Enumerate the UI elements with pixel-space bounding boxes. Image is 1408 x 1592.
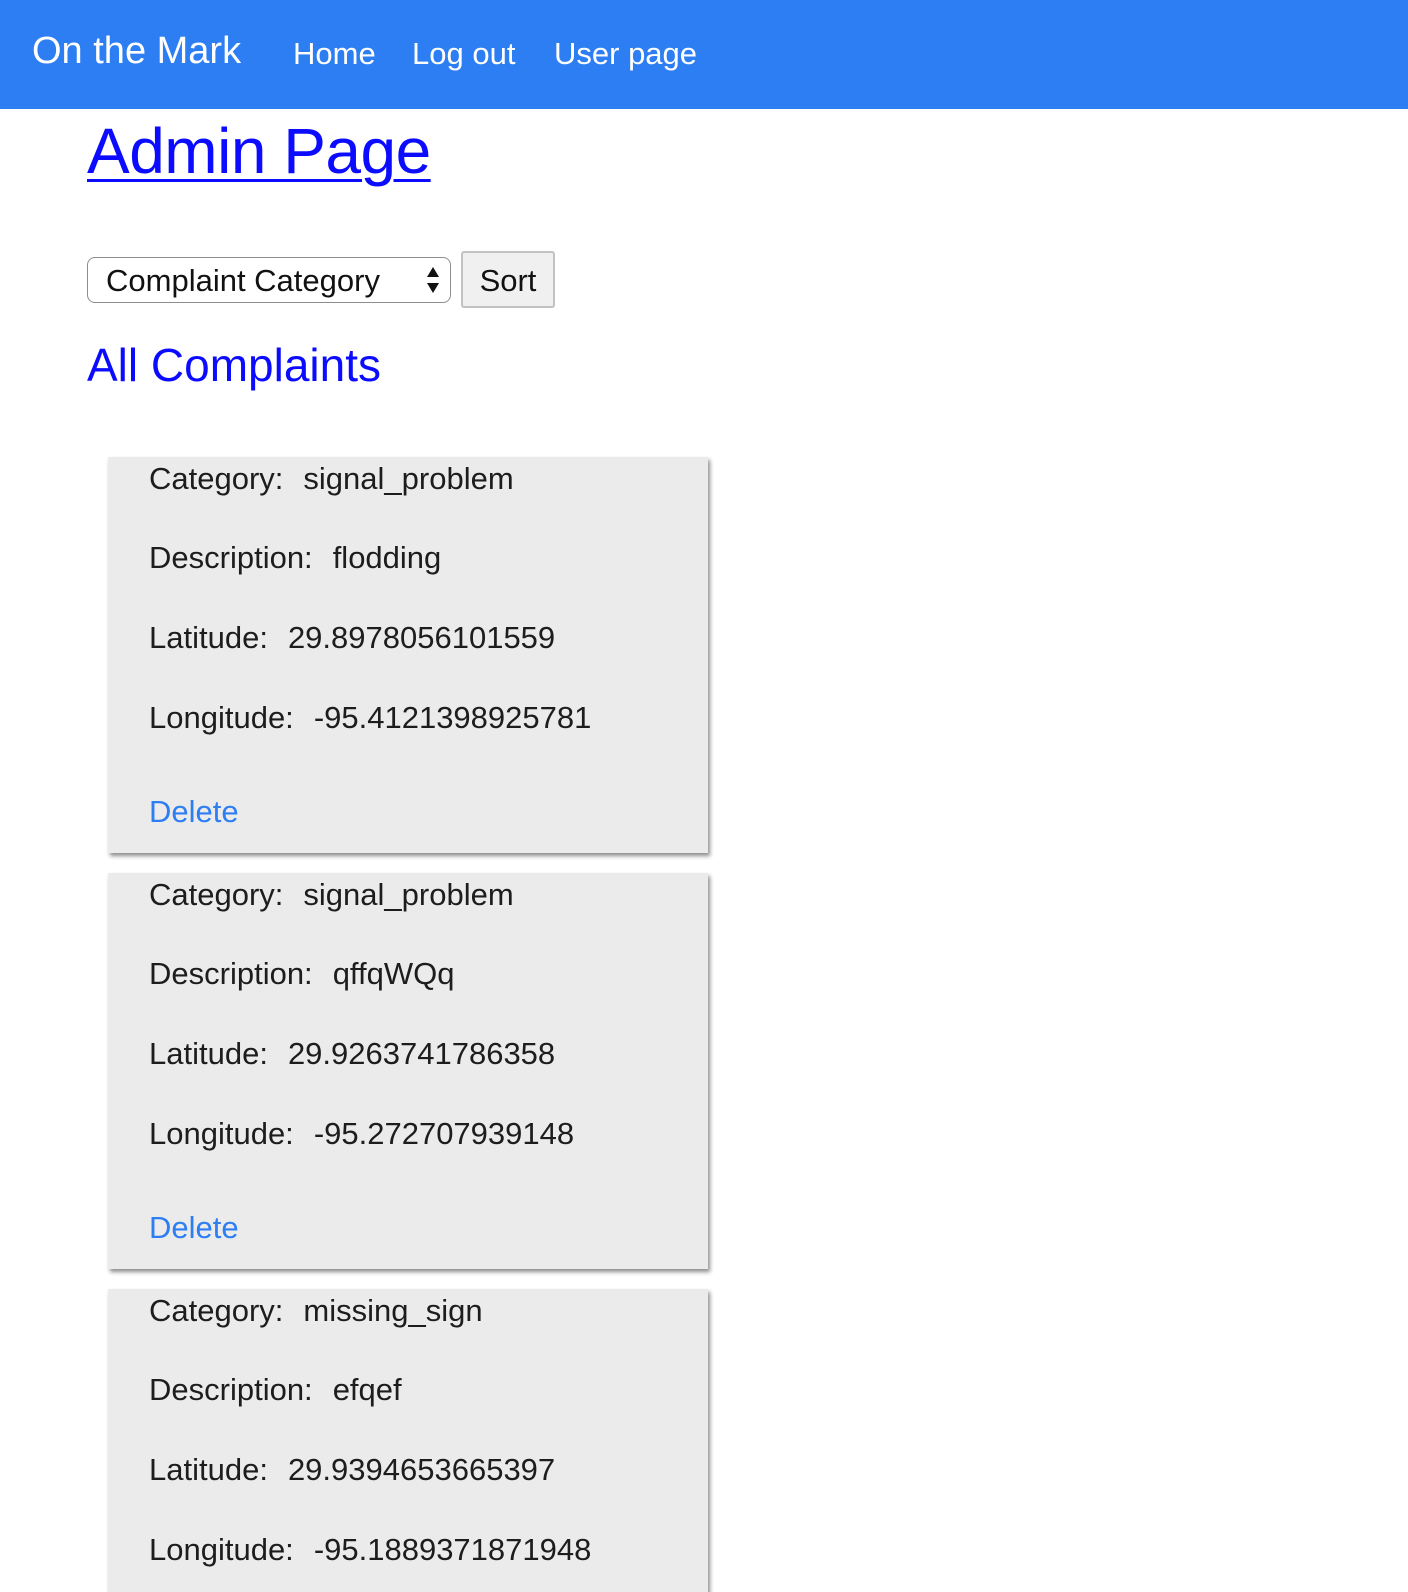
category-value: signal_problem (303, 461, 514, 496)
description-value: qffqWQq (332, 956, 455, 991)
latitude-value: 29.9263741786358 (287, 1036, 556, 1071)
page-title[interactable]: Admin Page (87, 114, 431, 188)
latitude-value: 29.8978056101559 (287, 620, 556, 655)
nav-link-user-page[interactable]: User page (554, 36, 697, 72)
longitude-field: Longitude: -95.272707939148 (149, 1116, 574, 1152)
category-label: Category: (149, 1293, 284, 1328)
category-field: Category: signal_problem (149, 877, 514, 913)
nav-link-log-out[interactable]: Log out (412, 36, 515, 72)
description-value: efqef (332, 1372, 402, 1407)
section-title: All Complaints (87, 339, 381, 391)
complaint-card: Category: signal_problem Description: flod… (108, 457, 708, 853)
description-field: Description: flodding (149, 540, 441, 576)
longitude-value: -95.272707939148 (313, 1116, 575, 1151)
latitude-label: Latitude: (149, 1036, 268, 1071)
delete-link[interactable]: Delete (149, 794, 239, 830)
latitude-field: Latitude: 29.9263741786358 (149, 1036, 555, 1072)
select-arrows-icon (427, 267, 439, 293)
latitude-value: 29.9394653665397 (287, 1452, 556, 1487)
nav-link-home[interactable]: Home (293, 36, 376, 72)
description-value: flodding (332, 540, 442, 575)
longitude-field: Longitude: -95.1889371871948 (149, 1532, 591, 1568)
description-label: Description: (149, 1372, 313, 1407)
description-label: Description: (149, 540, 313, 575)
latitude-field: Latitude: 29.9394653665397 (149, 1452, 555, 1488)
category-field: Category: signal_problem (149, 461, 514, 497)
category-value: signal_problem (303, 877, 514, 912)
description-label: Description: (149, 956, 313, 991)
longitude-field: Longitude: -95.4121398925781 (149, 700, 591, 736)
sort-select-value: Complaint Category (106, 263, 380, 298)
longitude-label: Longitude: (149, 700, 294, 735)
sort-button[interactable]: Sort (461, 251, 555, 308)
complaint-card: Category: missing_sign Description: efqef … (108, 1289, 708, 1592)
longitude-value: -95.4121398925781 (313, 700, 592, 735)
category-value: missing_sign (303, 1293, 483, 1328)
category-field: Category: missing_sign (149, 1293, 483, 1329)
description-field: Description: efqef (149, 1372, 402, 1408)
longitude-label: Longitude: (149, 1532, 294, 1567)
delete-link[interactable]: Delete (149, 1210, 239, 1246)
navbar: On the Mark Home Log out User page (0, 0, 1408, 109)
latitude-label: Latitude: (149, 1452, 268, 1487)
longitude-value: -95.1889371871948 (313, 1532, 592, 1567)
category-label: Category: (149, 877, 284, 912)
latitude-label: Latitude: (149, 620, 268, 655)
description-field: Description: qffqWQq (149, 956, 454, 992)
longitude-label: Longitude: (149, 1116, 294, 1151)
latitude-field: Latitude: 29.8978056101559 (149, 620, 555, 656)
complaint-card: Category: signal_problem Description: qffq… (108, 873, 708, 1269)
sort-select[interactable]: Complaint Category (87, 257, 451, 303)
category-label: Category: (149, 461, 284, 496)
brand-link[interactable]: On the Mark (32, 30, 241, 73)
sort-button-label: Sort (479, 263, 537, 298)
